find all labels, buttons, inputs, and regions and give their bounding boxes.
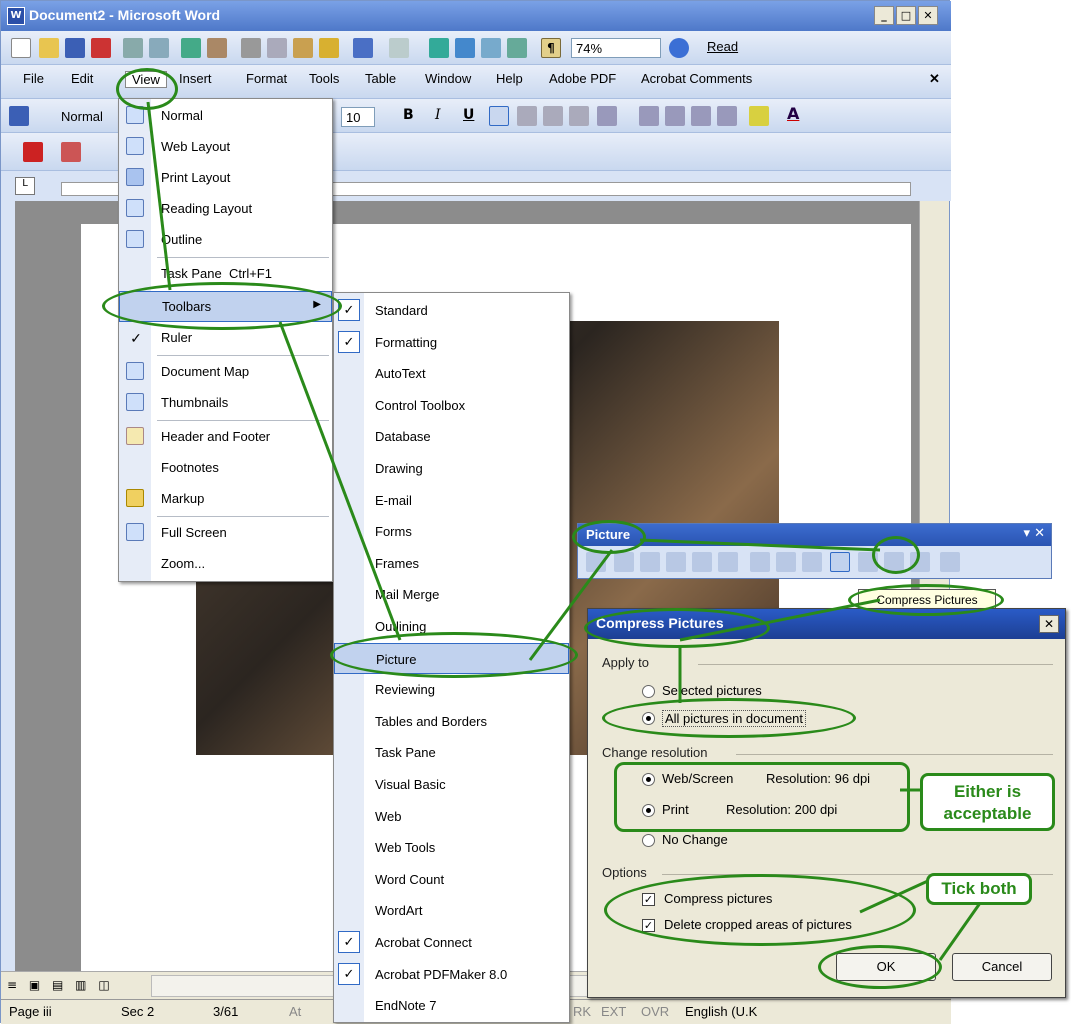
highlight-compress-icon-ring [872, 536, 920, 574]
highlight-picture-toolbar-ring [572, 520, 646, 554]
annotation-connectors [146, 101, 987, 961]
either-acceptable-callout: Either is acceptable [920, 773, 1055, 831]
highlight-all-pictures-ring [602, 698, 856, 738]
highlight-view-ring [116, 68, 178, 110]
highlight-options-ring [604, 874, 916, 946]
highlight-toolbars-ring [102, 282, 342, 330]
highlight-dialog-title-ring [584, 608, 770, 648]
highlight-resolution-box [614, 762, 910, 832]
tick-both-callout: Tick both [926, 873, 1032, 905]
highlight-tooltip-ring [848, 584, 1004, 616]
highlight-picture-ring [330, 632, 578, 678]
highlight-ok-ring [818, 945, 942, 989]
